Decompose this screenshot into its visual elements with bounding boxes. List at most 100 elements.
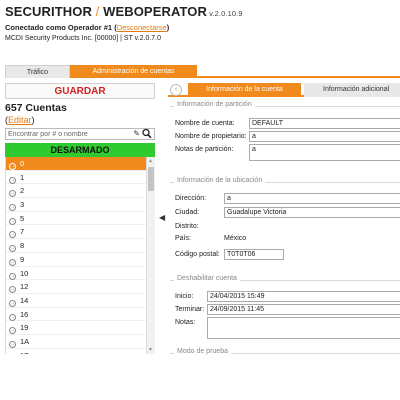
partition-notes-field[interactable]: a: [249, 144, 400, 161]
scroll-down-icon[interactable]: ▼: [148, 347, 153, 353]
edit-link[interactable]: Editar: [8, 115, 32, 125]
partition-info-legend: Información de partición: [174, 101, 255, 108]
account-list-item[interactable]: → 2: [6, 184, 155, 199]
account-number: 1B: [20, 351, 29, 354]
account-list-scrollbar[interactable]: ▲ ▼: [146, 157, 155, 354]
account-number: 9: [20, 254, 25, 264]
account-number: 19: [20, 323, 29, 333]
address-field[interactable]: a: [224, 193, 400, 204]
arrow-circle-icon: →: [9, 340, 16, 348]
account-number: 1A: [20, 336, 30, 346]
account-list-item[interactable]: → 3: [6, 198, 155, 212]
account-number: 0: [20, 159, 25, 168]
tab-additional-info[interactable]: Información adicional: [304, 83, 400, 97]
scrollbar-thumb[interactable]: [148, 167, 154, 191]
brand-separator: /: [91, 4, 104, 19]
district-label: Distrito:: [175, 223, 199, 230]
end-date-field[interactable]: 24/09/2015 11:45: [207, 304, 400, 315]
test-mode-legend: Modo de prueba: [174, 348, 231, 355]
arrow-circle-icon: →: [9, 299, 16, 307]
arrow-circle-icon: →: [9, 217, 16, 225]
account-list-item[interactable]: → 12: [6, 280, 155, 294]
postal-code-label: Código postal:: [175, 251, 220, 258]
account-name-field[interactable]: DEFAULT: [249, 118, 400, 129]
arrow-circle-icon: →: [9, 313, 16, 321]
save-button[interactable]: GUARDAR: [5, 83, 155, 99]
account-number: 5: [20, 213, 25, 223]
disable-notes-field[interactable]: [207, 317, 400, 339]
arrow-circle-icon: →: [9, 204, 16, 212]
account-search-input[interactable]: [6, 129, 126, 140]
account-name-label: Nombre de cuenta:: [175, 120, 235, 127]
account-number: 12: [20, 282, 29, 292]
brand-title: SECURITHOR / WEBOPERATOR v.2.0.10.9: [5, 4, 395, 19]
disconnect-link[interactable]: Desconectarse: [117, 23, 167, 32]
city-field[interactable]: Guadalupe Victoria: [224, 207, 400, 218]
postal-code-field[interactable]: T0T0T06: [224, 249, 284, 260]
tab-trafico[interactable]: Tráfico: [5, 65, 70, 78]
address-label: Dirección:: [175, 195, 207, 202]
arrow-circle-icon: →: [9, 190, 16, 198]
account-search-box: ✎: [5, 128, 155, 140]
account-list-item[interactable]: → 5: [6, 212, 155, 226]
account-number: 8: [20, 241, 25, 251]
account-list-item[interactable]: → 1: [6, 171, 155, 185]
owner-name-field[interactable]: a: [249, 131, 400, 142]
account-list-item[interactable]: → 10: [6, 267, 155, 281]
disable-account-section: Deshabilitar cuenta Inicio: 24/04/2015 1…: [170, 275, 400, 342]
owner-name-label: Nombre de propietario:: [175, 133, 247, 140]
search-icon[interactable]: [142, 128, 152, 139]
country-value: México: [224, 235, 247, 242]
account-details-panel: ‹ Información de la cuenta Información a…: [168, 83, 400, 400]
scroll-up-icon[interactable]: ▲: [148, 158, 153, 164]
collapse-panel-icon[interactable]: ◀: [159, 213, 165, 222]
account-number: 10: [20, 268, 29, 278]
account-list: →0→1→2→3→5→7→8→9→10→12→14→16→19→1A→1B ▲ …: [5, 157, 155, 354]
brand-product: WEBOPERATOR: [103, 4, 207, 19]
partition-notes-label: Notas de partición:: [175, 146, 234, 153]
app-version: v.2.0.10.9: [207, 9, 243, 18]
details-tabbar: ‹ Información de la cuenta Información a…: [168, 83, 400, 97]
arrow-circle-icon: →: [9, 286, 16, 294]
accounts-panel: GUARDAR 657 Cuentas (Editar) ✎ DESARMADO…: [5, 83, 155, 354]
account-number: 1: [20, 172, 25, 182]
account-list-item[interactable]: → 1A: [6, 335, 155, 349]
arrow-circle-icon: →: [9, 327, 16, 335]
city-label: Ciudad:: [175, 209, 200, 216]
account-number: 3: [20, 200, 25, 210]
account-list-item[interactable]: → 14: [6, 294, 155, 308]
account-list-item[interactable]: → 19: [6, 321, 155, 335]
main-tabbar: Tráfico Administración de cuentas: [5, 65, 400, 78]
arrow-circle-icon: →: [9, 258, 16, 266]
arrow-circle-icon: →: [9, 176, 16, 184]
account-list-item[interactable]: →1B: [6, 349, 155, 354]
pencil-icon[interactable]: ✎: [133, 129, 140, 138]
location-info-legend: Información de la ubicación: [174, 177, 266, 184]
accounts-count: 657 Cuentas: [5, 102, 67, 114]
account-number: 14: [20, 295, 29, 305]
connection-status: Conectado como Operador #1 (Desconectars…: [5, 23, 170, 32]
account-list-item[interactable]: → 7: [6, 225, 155, 240]
tab-scroll-left-icon[interactable]: ‹: [170, 84, 182, 96]
arrow-circle-icon: →: [9, 272, 16, 280]
account-list-item[interactable]: → 9: [6, 253, 155, 267]
account-number: 2: [20, 186, 25, 196]
brand-main: SECURITHOR: [5, 4, 92, 19]
arrow-circle-icon: →: [9, 245, 16, 253]
account-list-item[interactable]: → 0: [6, 157, 155, 171]
disable-notes-label: Notas:: [175, 319, 196, 326]
arrow-circle-icon: →: [9, 231, 16, 239]
edit-accounts: (Editar): [5, 115, 35, 125]
country-label: País:: [175, 235, 191, 242]
account-list-item[interactable]: → 8: [6, 239, 155, 253]
disable-account-legend: Deshabilitar cuenta: [174, 275, 240, 282]
account-number: 16: [20, 309, 29, 319]
end-date-label: Terminar:: [175, 306, 205, 313]
tab-account-info[interactable]: Información de la cuenta: [188, 83, 301, 97]
start-date-field[interactable]: 24/04/2015 15:49: [207, 291, 400, 302]
tab-account-admin[interactable]: Administración de cuentas: [70, 65, 197, 78]
start-date-label: Inicio:: [175, 293, 194, 300]
account-number: 7: [20, 227, 25, 237]
account-list-item[interactable]: → 16: [6, 308, 155, 322]
app-header: SECURITHOR / WEBOPERATOR v.2.0.10.9 Cone…: [5, 4, 395, 42]
